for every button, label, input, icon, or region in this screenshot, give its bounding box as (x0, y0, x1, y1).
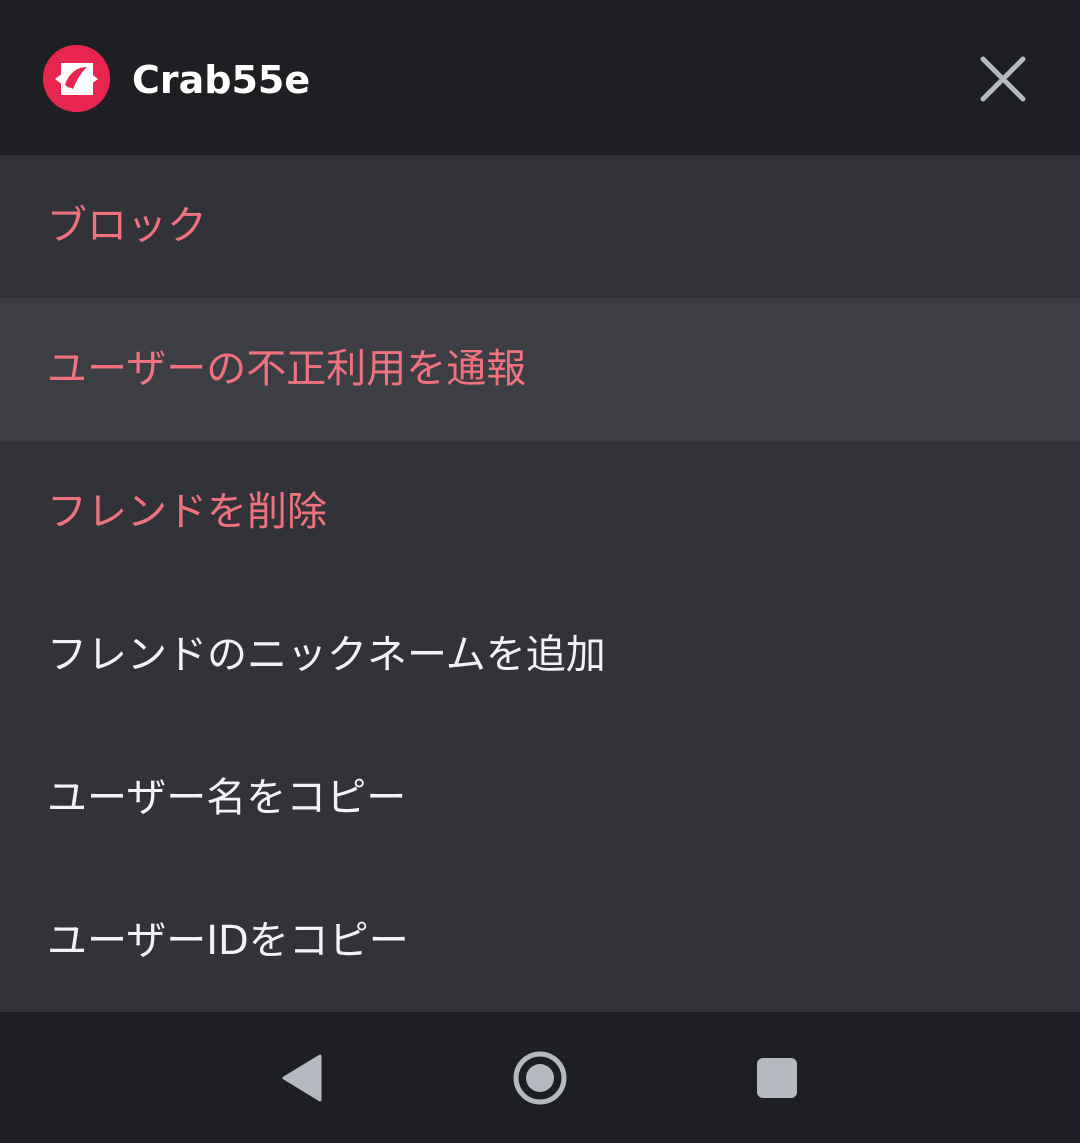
menu-item-label: ユーザー名をコピー (47, 775, 407, 821)
system-nav-bar (0, 1012, 1080, 1143)
recents-square-icon (757, 1058, 797, 1098)
menu-item-copy-user-id[interactable]: ユーザーIDをコピー (0, 870, 1080, 1012)
username: Crab55e (132, 58, 311, 102)
menu-item-label: ユーザーの不正利用を通報 (47, 346, 527, 392)
recents-button[interactable] (741, 1042, 813, 1114)
avatar[interactable] (43, 45, 110, 112)
back-button[interactable] (268, 1042, 340, 1114)
close-button[interactable] (968, 44, 1038, 114)
close-icon (980, 56, 1026, 102)
menu-item-add-nickname[interactable]: フレンドのニックネームを追加 (0, 584, 1080, 727)
menu-item-label: フレンドを削除 (47, 489, 327, 535)
menu-item-report-user[interactable]: ユーザーの不正利用を通報 (0, 298, 1080, 441)
menu-item-remove-friend[interactable]: フレンドを削除 (0, 441, 1080, 584)
menu-item-label: ユーザーIDをコピー (47, 918, 409, 964)
action-menu: ブロック ユーザーの不正利用を通報 フレンドを削除 フレンドのニックネームを追加… (0, 155, 1080, 1012)
sheet-header: Crab55e (0, 0, 1080, 155)
menu-item-label: フレンドのニックネームを追加 (47, 632, 606, 678)
user-actions-sheet: Crab55e ブロック ユーザーの不正利用を通報 フレンドを削除 フレンドのニ… (0, 0, 1080, 1012)
menu-item-label: ブロック (47, 203, 207, 249)
crab-logo-icon (43, 45, 110, 112)
back-triangle-icon (282, 1054, 322, 1102)
menu-item-block[interactable]: ブロック (0, 155, 1080, 298)
menu-item-copy-username[interactable]: ユーザー名をコピー (0, 727, 1080, 870)
home-circle-icon (513, 1051, 567, 1105)
home-button[interactable] (504, 1042, 576, 1114)
